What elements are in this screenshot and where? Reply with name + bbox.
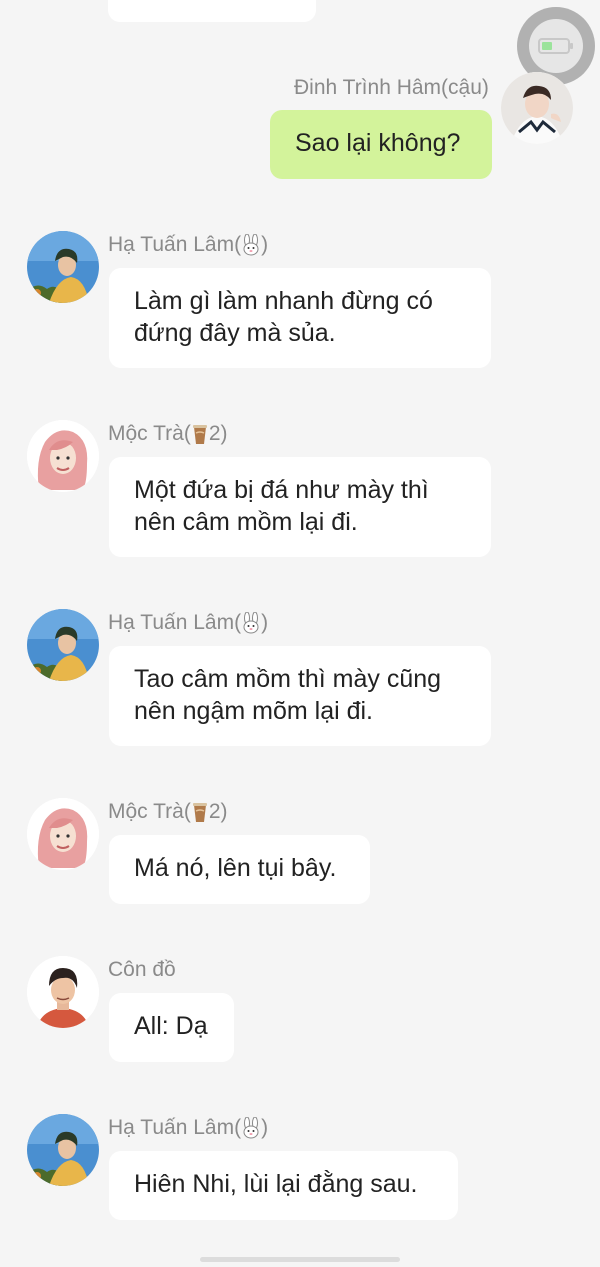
message-bubble[interactable]: Làm gì làm nhanh đừng có đứng đây mà sủa… <box>109 268 491 368</box>
avatar[interactable] <box>27 798 99 870</box>
sender-name: Mộc Trà( 2) <box>108 422 228 445</box>
message-bubble[interactable]: Sao lại không? <box>270 110 492 179</box>
sender-name: Hạ Tuấn Lâm( ) <box>108 233 269 256</box>
sender-name: Hạ Tuấn Lâm( ) <box>108 1116 269 1139</box>
rabbit-icon <box>241 1117 261 1139</box>
rabbit-icon <box>241 612 261 634</box>
avatar[interactable] <box>27 609 99 681</box>
avatar[interactable] <box>27 420 99 492</box>
previous-message-bubble <box>108 0 316 22</box>
sender-name: Côn đồ <box>108 958 176 981</box>
avatar[interactable] <box>27 231 99 303</box>
avatar[interactable] <box>27 956 99 1028</box>
home-indicator[interactable] <box>200 1257 400 1262</box>
sender-name: Mộc Trà( 2) <box>108 800 228 823</box>
sender-name: Hạ Tuấn Lâm( ) <box>108 611 269 634</box>
message-bubble[interactable]: Một đứa bị đá như mày thì nên câm mồm lạ… <box>109 457 491 557</box>
tea-cup-icon <box>191 423 209 445</box>
message-bubble[interactable]: All: Dạ <box>109 993 234 1062</box>
avatar[interactable] <box>27 1114 99 1186</box>
message-bubble[interactable]: Hiên Nhi, lùi lại đằng sau. <box>109 1151 458 1220</box>
avatar[interactable] <box>501 72 573 144</box>
sender-name: Đinh Trình Hâm(cậu) <box>294 76 489 99</box>
message-bubble[interactable]: Tao câm mồm thì mày cũng nên ngậm mõm lạ… <box>109 646 491 746</box>
message-bubble[interactable]: Má nó, lên tụi bây. <box>109 835 370 904</box>
tea-cup-icon <box>191 801 209 823</box>
battery-icon <box>538 38 573 54</box>
rabbit-icon <box>241 234 261 256</box>
